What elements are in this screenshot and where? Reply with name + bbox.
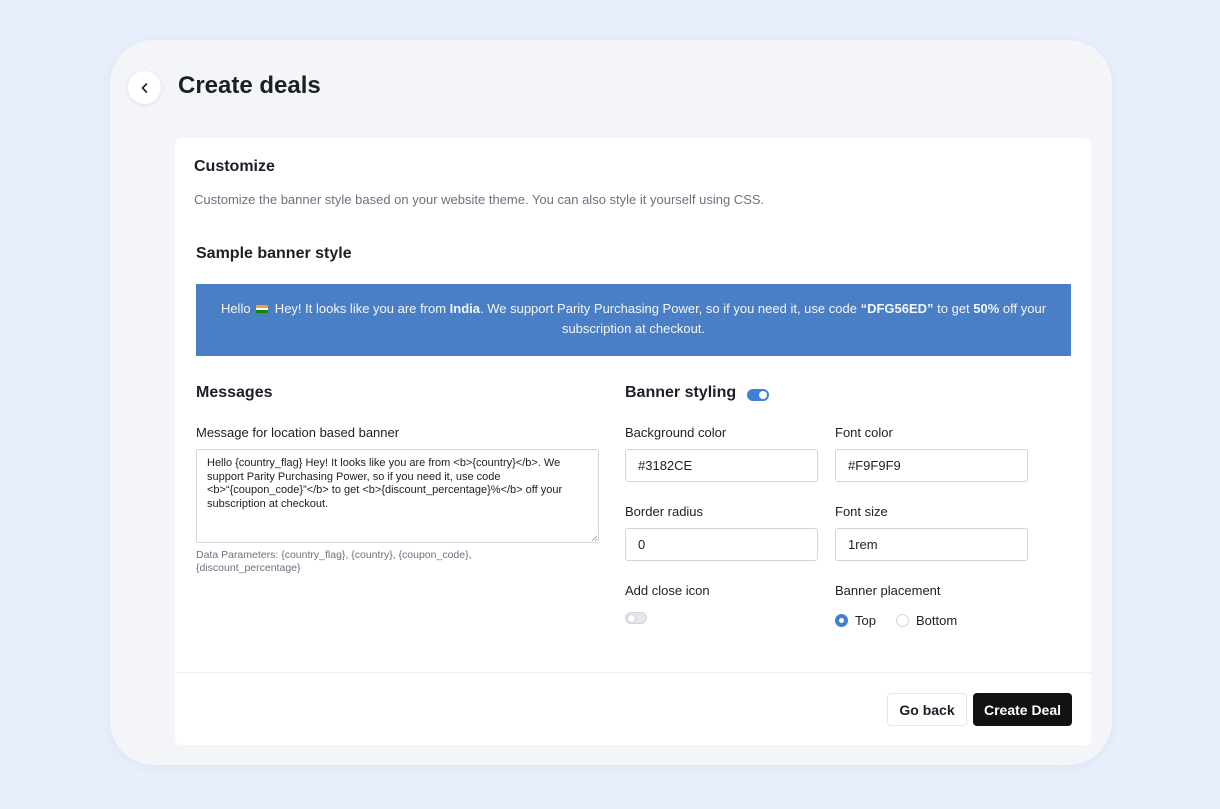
banner-placement-group: Top Bottom (835, 613, 977, 628)
sample-banner-title: Sample banner style (196, 245, 352, 262)
message-label: Message for location based banner (196, 425, 400, 440)
banner-text: to get (933, 301, 974, 316)
banner-discount: 50% (973, 301, 1000, 316)
close-icon-label: Add close icon (625, 583, 710, 598)
banner-greeting: Hello (220, 301, 251, 316)
section-title: Customize (194, 158, 275, 175)
banner-styling-toggle[interactable] (747, 389, 769, 401)
border-radius-input[interactable] (625, 528, 818, 561)
placement-top-label[interactable]: Top (855, 613, 876, 628)
resize-grip-icon[interactable] (591, 535, 597, 541)
banner-code: “DFG56ED” (860, 301, 934, 316)
placement-top-radio[interactable] (835, 614, 848, 627)
banner-placement-label: Banner placement (835, 583, 941, 598)
banner-text: . We support Parity Purchasing Power, so… (479, 301, 861, 316)
page-title: Create deals (178, 72, 321, 99)
message-textarea[interactable]: Hello {country_flag} Hey! It looks like … (196, 449, 599, 543)
background-color-label: Background color (625, 425, 727, 440)
data-parameters-help: Data Parameters: {country_flag}, {countr… (196, 549, 472, 574)
banner-styling-title: Banner styling (625, 384, 737, 401)
close-icon-toggle[interactable] (625, 612, 647, 624)
chevron-left-icon (141, 82, 147, 93)
messages-title: Messages (196, 384, 273, 401)
customize-card: Customize Customize the banner style bas… (175, 138, 1091, 745)
banner-text: Hey! It looks like you are from (271, 301, 450, 316)
font-size-input[interactable] (835, 528, 1028, 561)
toggle-knob (627, 614, 636, 623)
section-description: Customize the banner style based on your… (194, 192, 765, 207)
font-color-input[interactable] (835, 449, 1028, 482)
toggle-knob (759, 391, 767, 399)
font-color-label: Font color (835, 425, 893, 440)
font-size-label: Font size (835, 504, 888, 519)
back-button[interactable] (128, 71, 161, 104)
border-radius-label: Border radius (625, 504, 704, 519)
sample-banner: Hello Hey! It looks like you are from In… (196, 284, 1071, 356)
india-flag-icon (256, 305, 269, 313)
background-color-input[interactable] (625, 449, 818, 482)
create-deal-button[interactable]: Create Deal (973, 693, 1072, 726)
footer-divider (175, 672, 1091, 673)
banner-country: India (449, 301, 480, 316)
placement-bottom-radio[interactable] (895, 614, 909, 627)
go-back-button[interactable]: Go back (887, 693, 967, 726)
placement-bottom-label[interactable]: Bottom (916, 613, 957, 628)
